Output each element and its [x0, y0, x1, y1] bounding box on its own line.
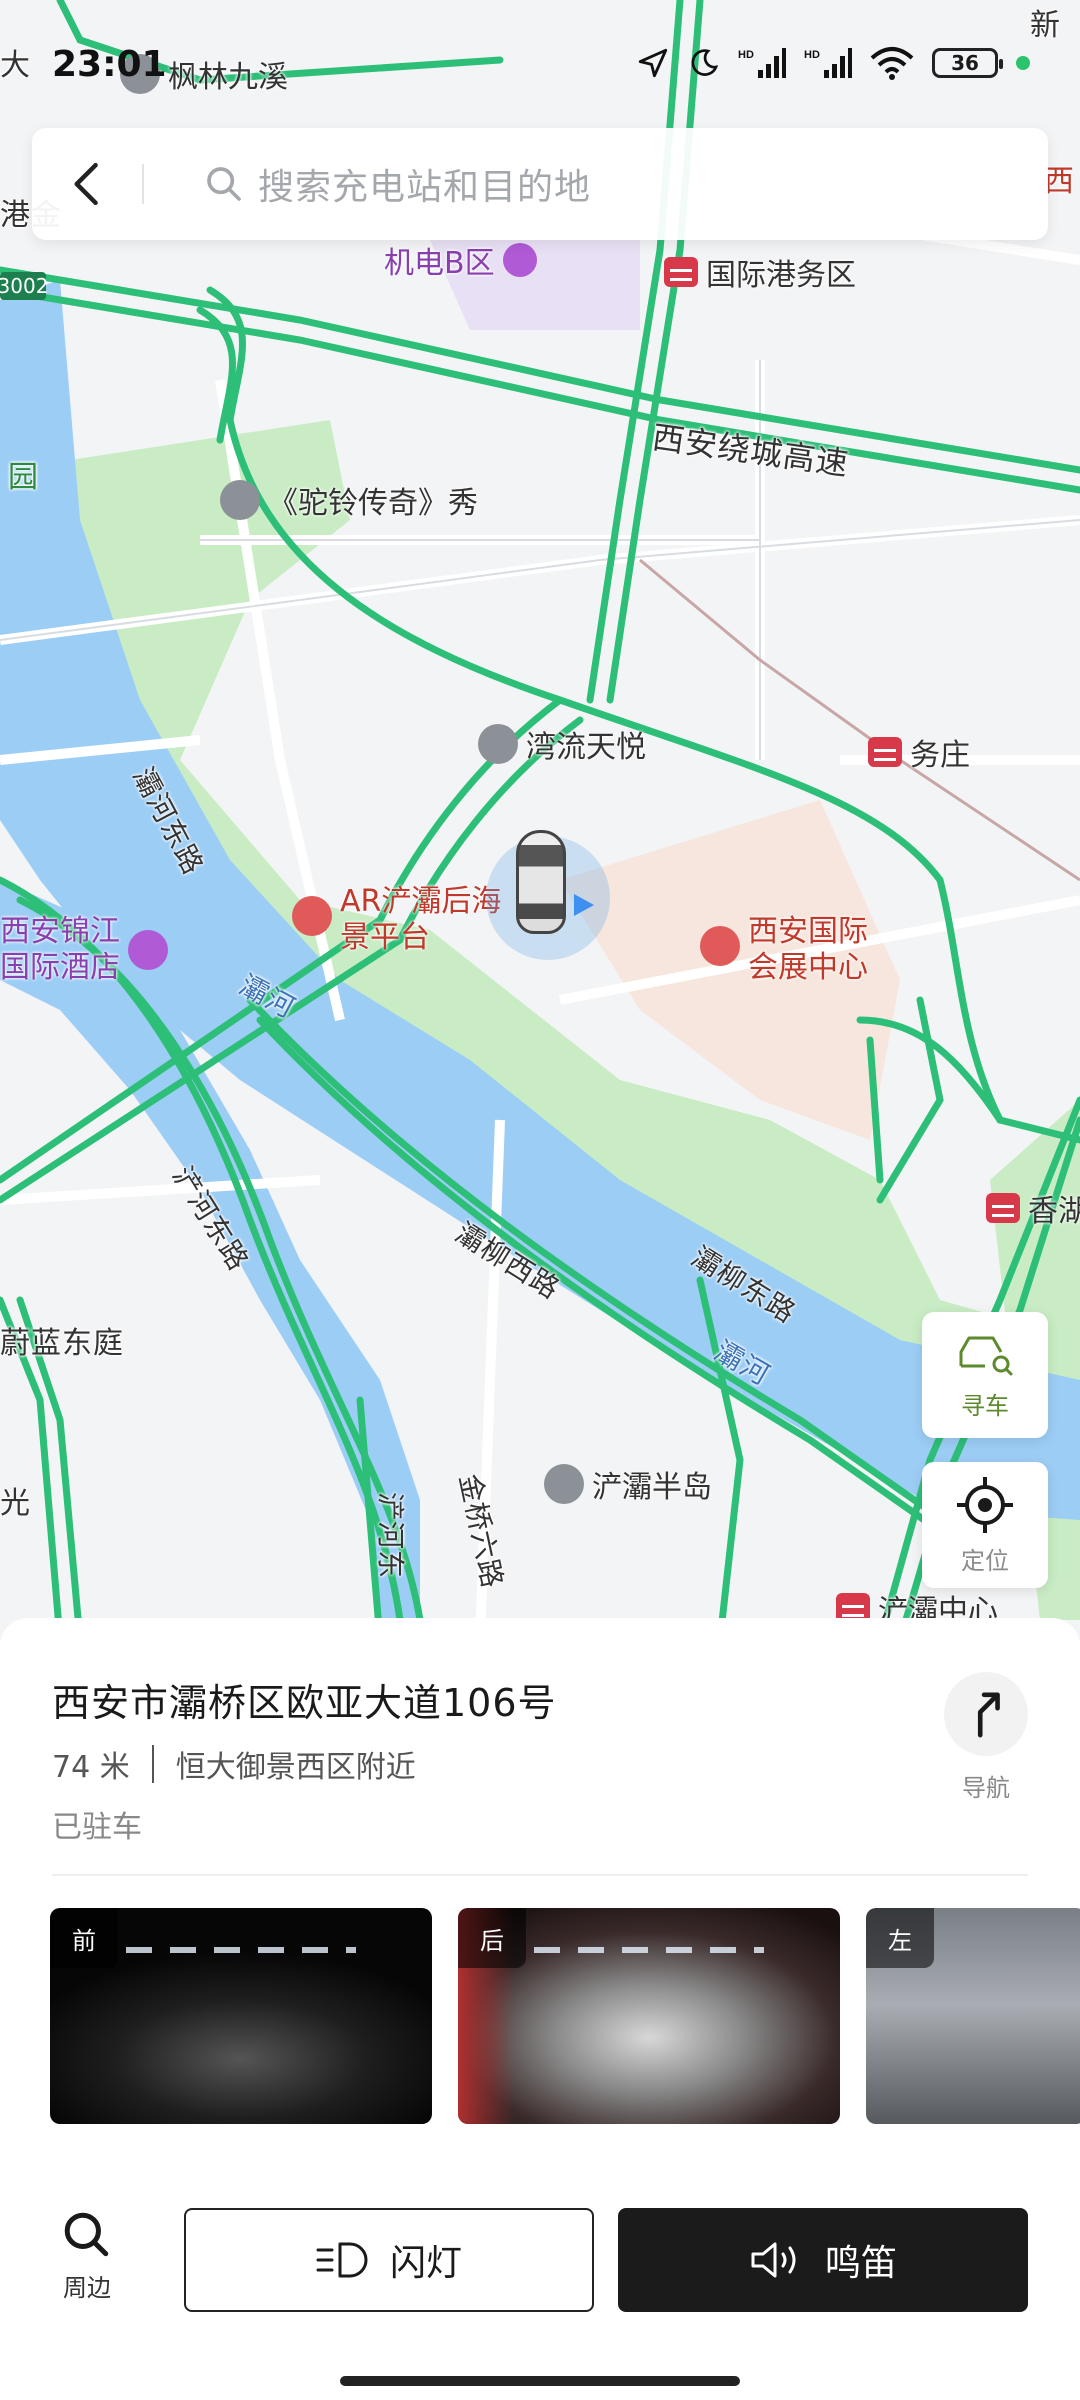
- car-marker[interactable]: [516, 830, 566, 934]
- map-label-xi: 西: [1044, 164, 1075, 199]
- heading-arrow-icon: [574, 894, 594, 916]
- moon-icon: [688, 46, 720, 80]
- parking-status: 已驻车: [52, 1810, 142, 1845]
- signal-icon: HD: [738, 46, 786, 80]
- honk-button[interactable]: 鸣笛: [618, 2208, 1028, 2312]
- vehicle-address: 西安市灞桥区欧亚大道106号: [52, 1681, 557, 1725]
- search-icon: [204, 164, 244, 204]
- search-icon: [64, 2212, 109, 2257]
- vehicle-meta: 74 米 恒大御景西区附近: [52, 1742, 416, 1786]
- poi-label-line1: 西安国际: [748, 914, 868, 949]
- nearby-button[interactable]: 周边: [48, 2210, 126, 2303]
- poi-label: 国际港务区: [706, 258, 856, 293]
- svg-text:HD: HD: [804, 49, 820, 61]
- poi-jidian[interactable]: 机电B区: [384, 238, 537, 282]
- flash-label: 闪灯: [389, 2243, 462, 2284]
- nearby-label: 周边: [63, 2274, 111, 2302]
- svg-text:HD: HD: [738, 49, 754, 61]
- camera-tag: 前: [50, 1908, 118, 1968]
- poi-expo-center[interactable]: 西安国际 会展中心: [700, 914, 868, 986]
- ceiling-lights: [126, 1946, 356, 1953]
- poi-xianghu[interactable]: 香湖: [986, 1186, 1080, 1230]
- status-bar: 23:01 HD HD 36: [0, 0, 1080, 130]
- back-button[interactable]: [32, 128, 142, 240]
- wifi-icon: [870, 46, 914, 80]
- poi-label: 机电B区: [384, 246, 495, 281]
- home-indicator[interactable]: [340, 2376, 740, 2386]
- metro-icon: [868, 737, 902, 767]
- camera-front-thumbnail[interactable]: 前: [50, 1908, 432, 2124]
- poi-label: 务庄: [910, 738, 970, 773]
- chevron-left-icon: [74, 162, 98, 206]
- building-icon: [544, 1464, 584, 1504]
- location-arrow-icon: [636, 46, 670, 80]
- camera-rear-thumbnail[interactable]: 后: [458, 1908, 840, 2124]
- poi-label-line1: 西安锦江: [0, 914, 120, 949]
- poi-ar-houhai[interactable]: AR浐灞后海 景平台: [292, 884, 501, 956]
- section-divider: [52, 1874, 1028, 1876]
- turn-arrow-icon: [977, 1692, 1000, 1738]
- poi-label-line2: 会展中心: [748, 950, 868, 985]
- map-label-weilan: 蔚蓝东庭: [0, 1326, 124, 1361]
- camera-tag: 左: [866, 1908, 934, 1968]
- find-car-label: 寻车: [961, 1391, 1009, 1420]
- poi-tuoling[interactable]: 《驼铃传奇》秀: [220, 478, 478, 522]
- locate-label: 定位: [961, 1546, 1009, 1575]
- map-label-chanhe-east-2: 浐河东: [374, 1492, 407, 1580]
- honk-label: 鸣笛: [824, 2243, 897, 2284]
- nearby-landmark: 恒大御景西区附近: [175, 1750, 416, 1785]
- car-search-icon: [959, 1336, 1013, 1375]
- flash-lights-button[interactable]: 闪灯: [184, 2208, 594, 2312]
- ceiling-lights: [534, 1946, 764, 1953]
- distance-text: 74 米: [52, 1750, 130, 1785]
- hotel-icon: [128, 930, 168, 970]
- battery-icon: 36: [932, 48, 1003, 78]
- crosshair-icon: [957, 1476, 1013, 1533]
- poi-chanba-peninsula[interactable]: 浐灞半岛: [544, 1462, 712, 1506]
- landmark-icon: [292, 896, 332, 936]
- navigate-label: 导航: [962, 1774, 1010, 1802]
- vehicle-info-sheet: 西安市灞桥区欧亚大道106号 74 米 恒大御景西区附近 已驻车 导航 前 后 …: [0, 1618, 1080, 2400]
- poi-label: 《驼铃传奇》秀: [268, 486, 478, 521]
- location-pin-icon: [220, 480, 260, 520]
- poi-icon: [502, 243, 537, 277]
- metro-icon: [986, 1193, 1020, 1223]
- headlight-icon: [316, 2242, 368, 2278]
- find-car-button[interactable]: 寻车: [922, 1312, 1048, 1438]
- poi-wanliu[interactable]: 湾流天悦: [478, 722, 646, 766]
- poi-label: 香湖: [1028, 1194, 1080, 1229]
- signal-icon-2: HD: [804, 46, 852, 80]
- locate-button[interactable]: 定位: [922, 1462, 1048, 1588]
- camera-left-thumbnail[interactable]: 左: [866, 1908, 1080, 2124]
- building-icon: [478, 724, 518, 764]
- search-input[interactable]: 搜索充电站和目的地: [258, 158, 591, 210]
- landmark-icon: [700, 926, 740, 966]
- poi-wuzhuang[interactable]: 务庄: [868, 730, 970, 774]
- privacy-indicator-dot: [1016, 56, 1030, 70]
- poi-label: 湾流天悦: [526, 730, 646, 765]
- camera-tag: 后: [458, 1908, 526, 1968]
- metro-icon: [664, 257, 698, 287]
- status-time: 23:01: [52, 44, 167, 85]
- road-code-badge: 3002: [0, 272, 49, 300]
- poi-label-line2: 景平台: [340, 920, 430, 955]
- map-view[interactable]: 枫林九溪 大 新 港金 西 机电B区 国际港务区 3002 西安绕城高速 园 《…: [0, 0, 1080, 1640]
- search-bar: 搜索充电站和目的地: [32, 128, 1048, 240]
- navigate-button[interactable]: [944, 1672, 1028, 1756]
- poi-label-line1: AR浐灞后海: [340, 884, 502, 919]
- speaker-icon: [751, 2242, 796, 2278]
- map-label-guang: 光: [0, 1486, 31, 1521]
- divider: [142, 164, 144, 204]
- poi-label: 浐灞半岛: [592, 1470, 712, 1505]
- map-label-yuan: 园: [8, 460, 39, 495]
- divider: [151, 1745, 154, 1783]
- poi-guojigang[interactable]: 国际港务区: [664, 250, 856, 294]
- poi-jinjiang-hotel[interactable]: 西安锦江 国际酒店: [0, 914, 168, 986]
- poi-label-line2: 国际酒店: [0, 950, 120, 985]
